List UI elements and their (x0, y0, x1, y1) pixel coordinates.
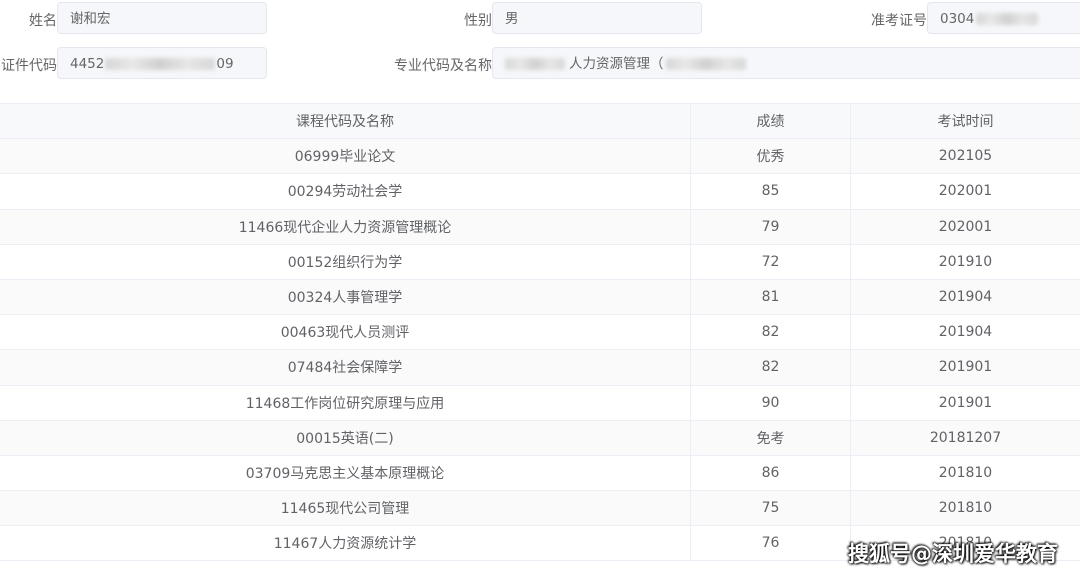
time-cell: 202001 (850, 174, 1080, 209)
table-row: 11466现代企业人力资源管理概论 79 202001 (0, 209, 1080, 245)
course-cell: 00152组织行为学 (287, 254, 403, 271)
score-cell: 优秀 (690, 139, 850, 174)
score-cell: 75 (690, 491, 850, 526)
course-cell: 11465现代公司管理 (280, 501, 410, 518)
score-cell: 76 (690, 526, 850, 561)
id-value-prefix: 4452 (70, 56, 105, 72)
table-row: 00152组织行为学 72 201910 (0, 244, 1080, 280)
time-cell: 201904 (850, 279, 1080, 315)
table-row: 07484社会保障学 82 201901 (0, 350, 1080, 386)
score-cell: 72 (690, 244, 850, 279)
course-cell: 00294劳动社会学 (287, 184, 403, 201)
course-cell: 11466现代企业人力资源管理概论 (238, 219, 452, 236)
course-cell: 11468工作岗位研究原理与应用 (245, 395, 445, 412)
name-field: 谢和宏 (57, 2, 267, 34)
time-cell: 201810 (850, 455, 1080, 491)
score-cell: 82 (690, 315, 850, 350)
scores-table: 课程代码及名称 成绩 考试时间 06999毕业论文 优秀 202105 0029… (0, 103, 1080, 562)
header-course: 课程代码及名称 (296, 114, 394, 131)
time-cell: 201810 (850, 491, 1080, 526)
transcript-page: 姓名 谢和宏 性别 男 准考证号 0304 证件代码 4452 09 专业代码及名… (0, 0, 1080, 576)
course-cell: 11467人力资源统计学 (273, 536, 417, 553)
table-row: 06999毕业论文 优秀 202105 (0, 139, 1080, 175)
form-row-1: 姓名 谢和宏 性别 男 准考证号 0304 (0, 2, 1080, 38)
major-code-redaction (505, 58, 565, 70)
table-row: 00324人事管理学 81 201904 (0, 279, 1080, 316)
watermark: 搜狐号@深圳爱华教育 (848, 542, 1058, 566)
time-cell: 202105 (850, 139, 1080, 174)
table-row: 11468工作岗位研究原理与应用 90 201901 (0, 385, 1080, 421)
score-cell: 85 (690, 174, 850, 209)
id-redaction (105, 58, 216, 70)
course-cell: 00463现代人员测评 (280, 325, 410, 342)
table-row: 00463现代人员测评 82 201904 (0, 315, 1080, 351)
gender-field: 男 (492, 2, 702, 34)
gender-value: 男 (505, 11, 519, 27)
time-cell: 202001 (850, 209, 1080, 244)
course-cell: 03709马克思主义基本原理概论 (245, 465, 445, 482)
major-label: 专业代码及名称 (394, 58, 492, 74)
gender-label: 性别 (464, 13, 492, 29)
score-cell: 82 (690, 350, 850, 385)
table-row: 03709马克思主义基本原理概论 86 201810 (0, 455, 1080, 492)
name-value: 谢和宏 (70, 11, 111, 27)
form-row-2: 证件代码 4452 09 专业代码及名称 人力资源管理（ (0, 47, 1080, 83)
score-cell: 81 (690, 279, 850, 315)
score-cell: 免考 (690, 420, 850, 455)
table-header-row: 课程代码及名称 成绩 考试时间 (0, 104, 1080, 140)
score-cell: 79 (690, 209, 850, 244)
table-row: 11465现代公司管理 75 201810 (0, 491, 1080, 527)
time-cell: 20181207 (850, 420, 1080, 455)
ticket-value: 0304 (940, 11, 975, 27)
course-cell: 07484社会保障学 (287, 360, 403, 377)
header-score: 成绩 (690, 104, 850, 139)
ticket-field: 0304 (927, 2, 1080, 34)
time-cell: 201901 (850, 350, 1080, 385)
ticket-label: 准考证号 (871, 13, 927, 29)
time-cell: 201901 (850, 385, 1080, 420)
major-suffix-redaction (665, 58, 746, 70)
header-time: 考试时间 (850, 104, 1080, 139)
score-cell: 90 (690, 385, 850, 420)
table-row: 00294劳动社会学 85 202001 (0, 174, 1080, 210)
course-cell: 06999毕业论文 (294, 149, 396, 166)
time-cell: 201904 (850, 315, 1080, 350)
course-cell: 00015英语(二) (296, 430, 394, 447)
time-cell: 201910 (850, 244, 1080, 279)
table-row: 00015英语(二) 免考 20181207 (0, 420, 1080, 456)
ticket-redaction (976, 13, 1039, 25)
id-label: 证件代码 (1, 58, 57, 74)
major-value: 人力资源管理（ (569, 56, 664, 72)
major-field: 人力资源管理（ (492, 47, 1080, 79)
score-cell: 86 (690, 455, 850, 491)
name-label: 姓名 (29, 13, 57, 29)
id-value-suffix: 09 (216, 56, 234, 72)
course-cell: 00324人事管理学 (287, 290, 403, 307)
id-field: 4452 09 (57, 47, 267, 79)
